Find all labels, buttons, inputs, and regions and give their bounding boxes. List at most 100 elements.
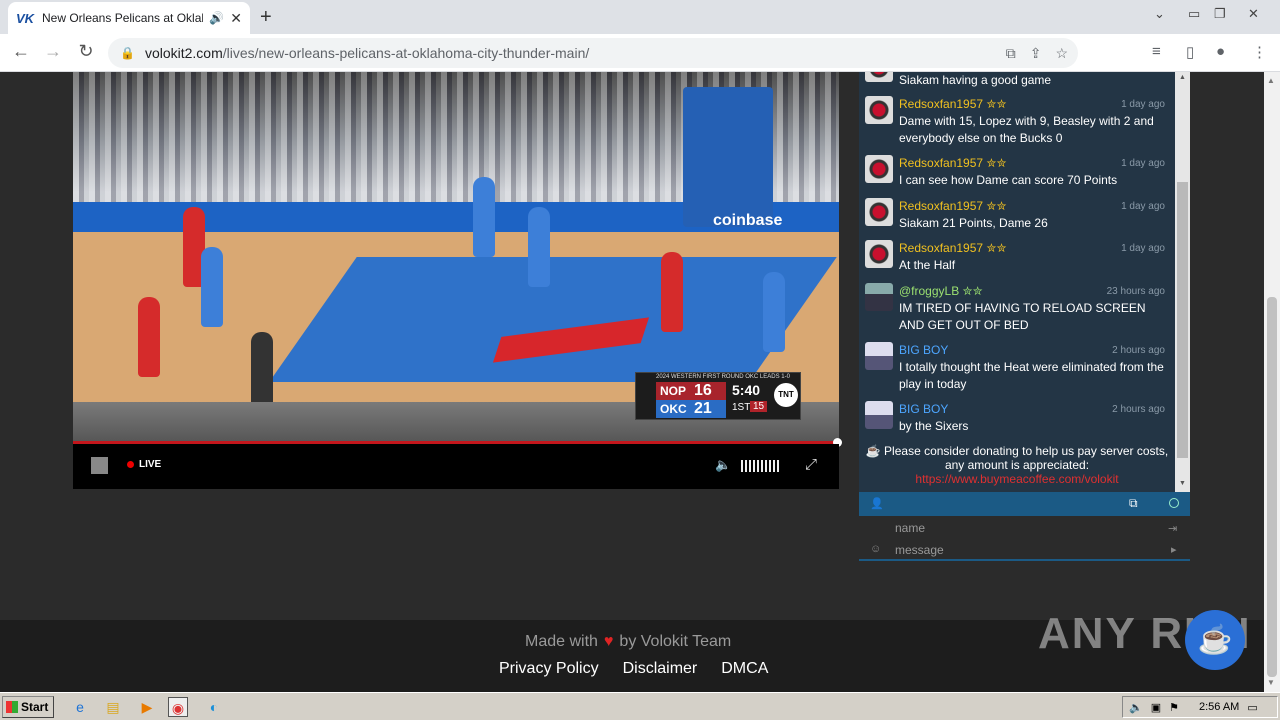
live-indicator: LIVE [127, 459, 161, 470]
privacy-policy-link[interactable]: Privacy Policy [499, 660, 599, 678]
browser-toolbar: ← → ↻ 🔒 volokit2.com/lives/new-orleans-p… [0, 34, 1280, 72]
volume-slider[interactable] [741, 460, 781, 472]
popout-icon[interactable]: ⧉ [1129, 496, 1138, 511]
windows-taskbar: Start e ▤ ▶ ◉ ◐ 🔈 ▣ ⚑ 2:56 AM ▭ [0, 692, 1280, 720]
basket-stanchion [683, 87, 773, 227]
scroll-up-icon[interactable]: ▲ [1179, 74, 1186, 81]
player [473, 177, 495, 257]
windows-flag-icon [6, 701, 18, 713]
back-icon[interactable]: ← [10, 41, 32, 62]
login-icon[interactable]: ⇥ [1168, 522, 1177, 535]
share-icon[interactable]: ⇪ [1030, 45, 1042, 62]
donate-link[interactable]: https://www.buymeacoffee.com/volokit [915, 472, 1118, 486]
address-bar[interactable]: 🔒 volokit2.com/lives/new-orleans-pelican… [108, 38, 1078, 68]
message-text: Siakam having a good game [899, 73, 1052, 87]
dmca-link[interactable]: DMCA [721, 660, 768, 678]
message-input[interactable] [895, 540, 1165, 560]
tnt-logo: TNT [774, 383, 798, 407]
restore-icon[interactable]: ❐ [1214, 6, 1226, 22]
profile-icon[interactable]: ● [1216, 43, 1225, 60]
court-paint [269, 257, 837, 382]
ie-icon[interactable]: e [70, 697, 90, 717]
username[interactable]: Redsoxfan1957 ✮✮ [899, 96, 1007, 113]
menu-kebab-icon[interactable]: ⋮ [1252, 43, 1267, 61]
fullscreen-icon[interactable]: ⤢ [805, 456, 817, 473]
timestamp: 23 hours ago [1106, 286, 1165, 297]
speaker-icon[interactable]: 🔊 [209, 11, 224, 25]
site-favicon: VK [16, 11, 35, 26]
lock-icon[interactable]: 🔒 [120, 46, 135, 60]
timestamp: 2 hours ago [1112, 345, 1165, 356]
username[interactable]: Redsoxfan1957 ✮✮ [899, 198, 1007, 215]
player [528, 207, 550, 287]
page-scroll-down-icon[interactable]: ▼ [1267, 678, 1275, 687]
start-button[interactable]: Start [2, 696, 54, 718]
page-scroll-up-icon[interactable]: ▲ [1267, 76, 1275, 85]
page-scrollbar[interactable]: ▲ ▼ [1264, 72, 1280, 692]
username[interactable]: Redsoxfan1957 ✮✮ [899, 240, 1007, 257]
blocked-popup-icon[interactable]: ⧉ [1006, 45, 1016, 62]
message-text: I totally thought the Heat were eliminat… [899, 360, 1164, 391]
username[interactable]: BIG BOY [899, 401, 948, 418]
scroll-down-icon[interactable]: ▼ [1179, 480, 1186, 487]
volume-icon[interactable]: 🔈 [715, 457, 731, 473]
team1-abbrev: NOP [660, 384, 687, 398]
stop-button[interactable] [91, 457, 108, 474]
message-text: Dame with 15, Lopez with 9, Beasley with… [899, 114, 1154, 145]
side-panel-icon[interactable]: ▯ [1186, 43, 1194, 61]
name-input[interactable] [895, 518, 1165, 538]
scorebug-team1-row: NOP 16 [656, 382, 726, 400]
chrome-icon[interactable]: ◉ [168, 697, 188, 717]
tab-search-icon[interactable]: ⌄ [1154, 6, 1165, 22]
scorebug-team2-row: OKC 21 [656, 400, 726, 418]
user-icon[interactable]: 👤 [870, 497, 884, 510]
bookmark-star-icon[interactable]: ☆ [1055, 45, 1068, 62]
heart-icon: ♥ [603, 633, 614, 650]
tray-clock: 2:56 AM [1198, 701, 1240, 713]
timestamp: 1 day ago [1121, 243, 1165, 254]
start-label: Start [21, 700, 49, 714]
timestamp: 2 hours ago [1112, 404, 1165, 415]
network-tray-icon[interactable]: ▣ [1151, 701, 1161, 714]
close-window-icon[interactable]: ✕ [1248, 6, 1259, 22]
chat-messages[interactable]: Siakam having a good game Redsoxfan1957 … [859, 72, 1175, 492]
page-scroll-thumb[interactable] [1267, 297, 1277, 677]
coffee-fab-button[interactable]: ☕ [1185, 610, 1245, 670]
browser-tab[interactable]: VK New Orleans Pelicans at Oklahoma City… [8, 2, 250, 34]
team2-abbrev: OKC [660, 402, 687, 416]
username[interactable]: BIG BOY [899, 342, 948, 359]
username[interactable]: Redsoxfan1957 ✮✮ [899, 155, 1007, 172]
donate-notice: ☕ Please consider donating to help us pa… [865, 444, 1169, 486]
forward-icon[interactable]: → [42, 41, 64, 62]
send-icon[interactable]: ▸ [1171, 543, 1177, 556]
reload-icon[interactable]: ↻ [75, 41, 97, 62]
explorer-icon[interactable]: ▤ [103, 697, 123, 717]
timestamp: 1 day ago [1121, 158, 1165, 169]
show-desktop-icon[interactable]: ▭ [1247, 701, 1257, 714]
volume-tray-icon[interactable]: 🔈 [1129, 701, 1143, 714]
flag-tray-icon[interactable]: ⚑ [1169, 701, 1179, 714]
video-player[interactable]: coinbase 2024 WESTERN FIRST ROUND OKC LE… [73, 72, 839, 489]
chat-panel: Siakam having a good game Redsoxfan1957 … [859, 72, 1190, 492]
minimize-icon[interactable]: ▭ [1188, 6, 1200, 22]
close-tab-icon[interactable]: ✕ [230, 10, 242, 27]
username[interactable]: @froggyLB ✮✮ [899, 283, 983, 300]
disclaimer-link[interactable]: Disclaimer [623, 660, 698, 678]
media-control-icon[interactable]: ≡ [1152, 43, 1161, 60]
emoji-icon[interactable]: ☺ [870, 543, 881, 555]
player [138, 297, 160, 377]
quarter: 1ST [732, 402, 751, 413]
media-player-icon[interactable]: ▶ [137, 697, 157, 717]
player [661, 252, 683, 332]
coffee-icon: ☕ [865, 444, 885, 458]
page-content: coinbase 2024 WESTERN FIRST ROUND OKC LE… [0, 72, 1264, 692]
by-team-text: by Volokit Team [619, 633, 732, 650]
new-tab-button[interactable]: + [260, 6, 272, 29]
url-path: /lives/new-orleans-pelicans-at-oklahoma-… [222, 45, 590, 61]
status-ring-icon[interactable] [1169, 498, 1179, 508]
team2-score: 21 [694, 400, 712, 417]
chat-scroll-thumb[interactable] [1177, 182, 1188, 458]
timestamp: 1 day ago [1121, 99, 1165, 110]
chat-scrollbar[interactable]: ▲ ▼ [1175, 72, 1190, 492]
edge-icon[interactable]: ◐ [204, 697, 224, 717]
